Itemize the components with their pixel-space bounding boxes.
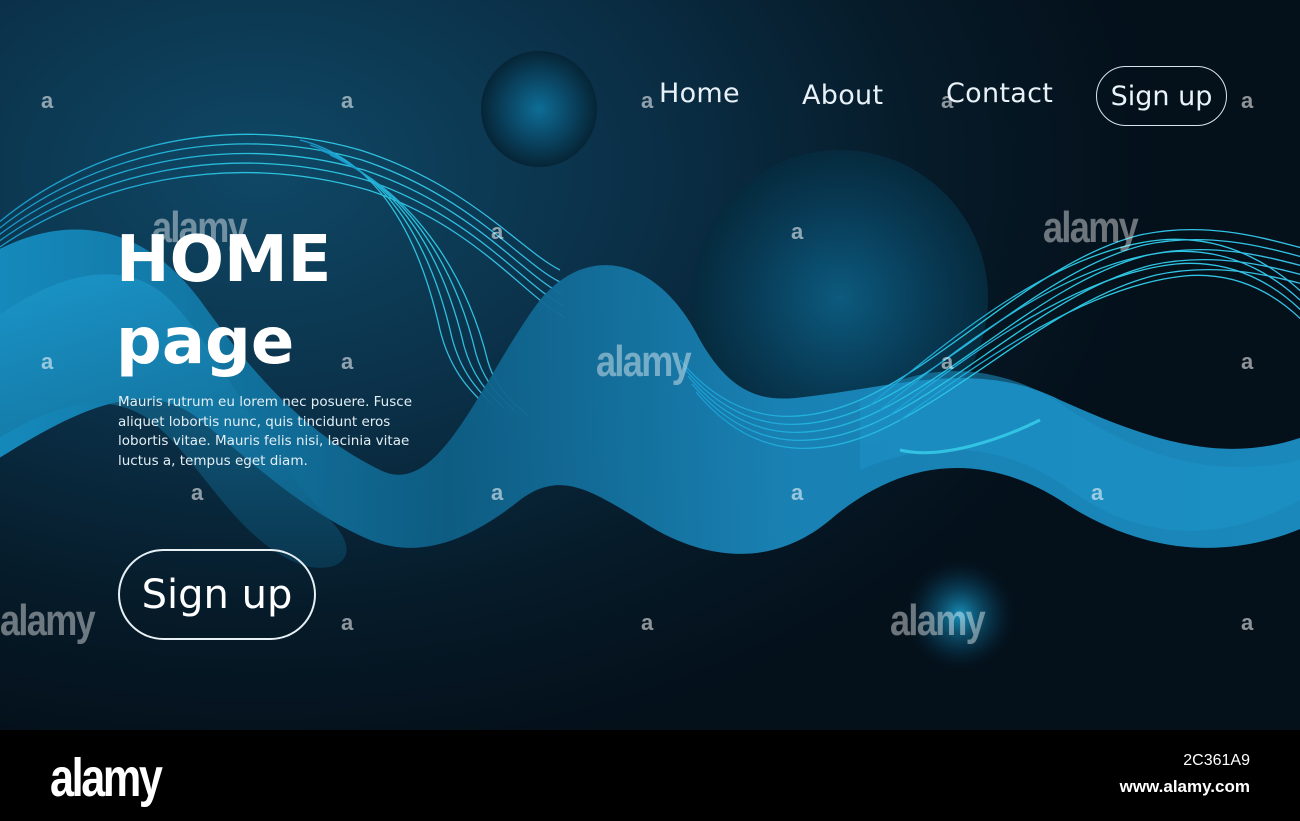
stock-footer-bar: alamy 2C361A9 www.alamy.com <box>0 730 1300 821</box>
nav-link-home[interactable]: Home <box>659 78 740 109</box>
sphere-glow <box>900 555 1020 675</box>
hero-title-line1: HOME <box>116 223 332 297</box>
hero-title-line2: page <box>116 305 295 379</box>
hero-description: Mauris rutrum eu lorem nec posuere. Fusc… <box>118 394 413 469</box>
top-navigation: Home About Contact Sign up <box>0 66 1300 128</box>
footer-image-id: 2C361A9 <box>1183 752 1250 769</box>
hero-section: Home About Contact Sign up HOME page Mau… <box>0 0 1300 730</box>
nav-signup-button[interactable]: Sign up <box>1096 66 1227 126</box>
nav-link-contact[interactable]: Contact <box>946 78 1053 109</box>
footer-logo: alamy <box>50 748 163 808</box>
hero-title: HOME page <box>116 219 331 383</box>
footer-url: www.alamy.com <box>1119 777 1250 796</box>
nav-link-about[interactable]: About <box>802 80 883 111</box>
hero-signup-button[interactable]: Sign up <box>118 549 316 640</box>
